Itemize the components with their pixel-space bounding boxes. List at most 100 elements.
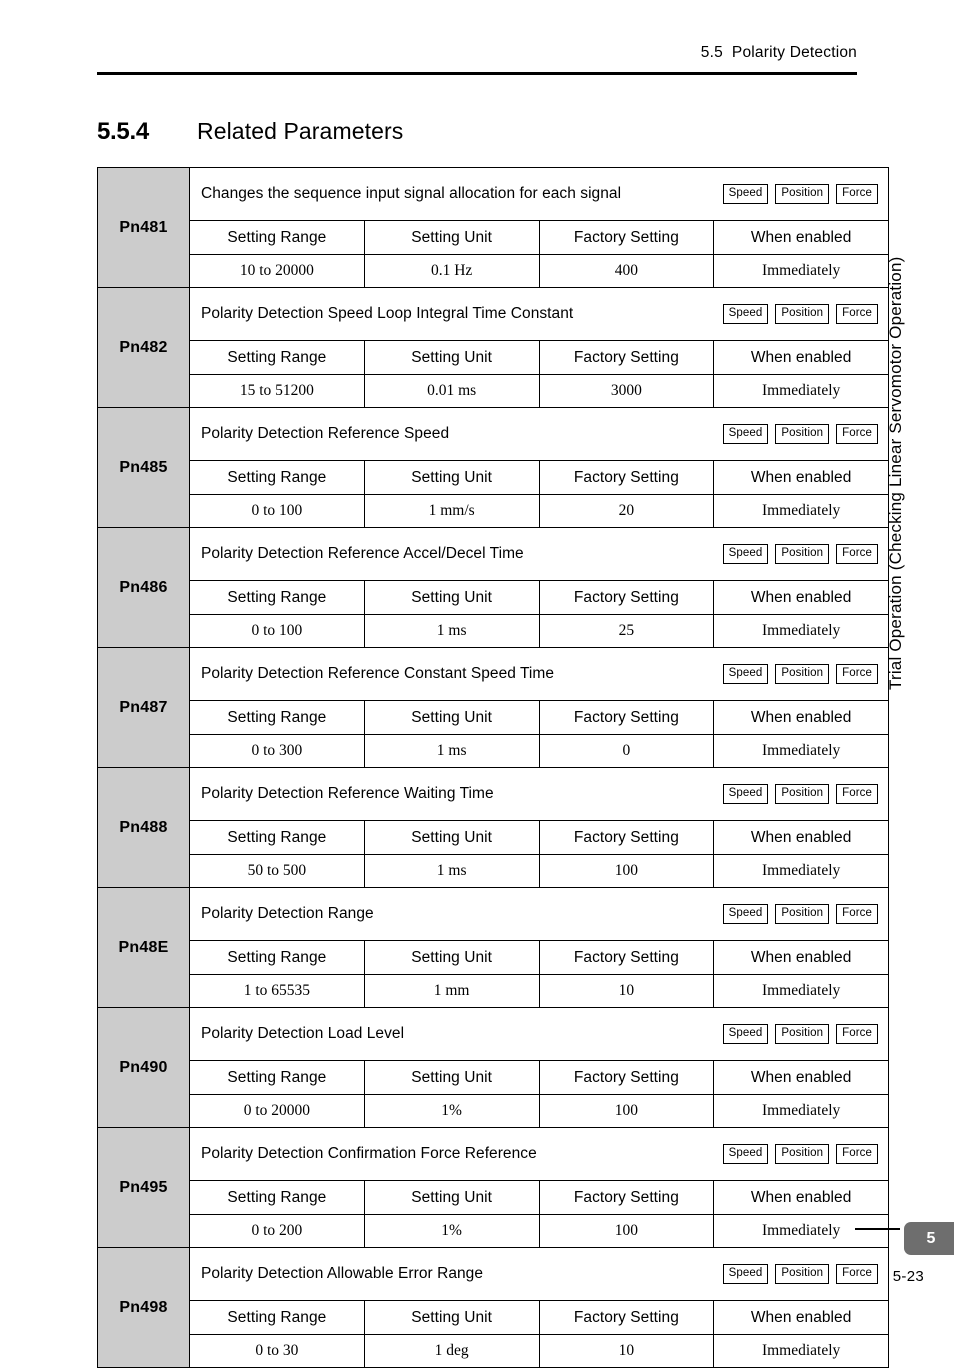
parameter-code: Pn485	[97, 407, 190, 528]
cell-factory-setting: 100	[538, 1094, 715, 1128]
column-header: Setting Unit	[363, 460, 540, 495]
mode-badge-position: Position	[775, 303, 830, 325]
related-parameters-table: Pn481 Changes the sequence input signal a…	[97, 167, 889, 1368]
column-header: When enabled	[713, 1060, 889, 1095]
cell-setting-unit: 1 mm/s	[363, 494, 540, 528]
running-header: 5.5 Polarity Detection	[97, 44, 857, 62]
column-header: Setting Range	[189, 580, 365, 615]
mode-badge-speed: Speed	[722, 543, 769, 565]
column-header: Setting Range	[189, 220, 365, 255]
column-header: Setting Unit	[363, 700, 540, 735]
table-row: Pn488 Polarity Detection Reference Waitin…	[97, 767, 889, 888]
parameter-code: Pn481	[97, 167, 190, 288]
footer-rule	[855, 1228, 900, 1230]
table-row: Pn487 Polarity Detection Reference Consta…	[97, 647, 889, 768]
column-header: Factory Setting	[538, 1300, 715, 1335]
column-header: When enabled	[713, 940, 889, 975]
column-header: Setting Range	[189, 820, 365, 855]
cell-setting-unit: 1 mm	[363, 974, 540, 1008]
page-title: 5.5.4 Related Parameters	[97, 118, 403, 146]
column-header: Setting Unit	[363, 220, 540, 255]
mode-badge-speed: Speed	[722, 903, 769, 925]
mode-badge-position: Position	[775, 1143, 830, 1165]
table-row: Setting Range Setting Unit Factory Setting…	[98, 940, 889, 975]
cell-setting-unit: 1%	[363, 1214, 540, 1248]
table-row: 1 to 65535 1 mm 10 Immediately	[98, 974, 889, 1008]
table-row: Setting Range Setting Unit Factory Setting…	[98, 580, 889, 615]
parameter-description-cell: Polarity Detection Confirmation Force Re…	[189, 1127, 889, 1181]
mode-badge-position: Position	[775, 1023, 830, 1045]
table-row: 0 to 200 1% 100 Immediately	[98, 1214, 889, 1248]
column-header: Setting Range	[189, 700, 365, 735]
table-row: 0 to 30 1 deg 10 Immediately	[98, 1334, 889, 1368]
table-row: Pn48E Polarity Detection Range Speed Positi…	[97, 887, 889, 1008]
cell-when-enabled: Immediately	[713, 494, 889, 528]
cell-setting-range: 0 to 30	[189, 1334, 365, 1368]
column-header: Factory Setting	[538, 1180, 715, 1215]
parameter-description: Polarity Detection Reference Speed	[201, 424, 450, 442]
cell-factory-setting: 3000	[538, 374, 715, 408]
mode-badge-force: Force	[836, 663, 878, 685]
mode-badge-position: Position	[775, 903, 830, 925]
parameter-description-cell: Polarity Detection Speed Loop Integral T…	[189, 287, 889, 341]
mode-badge-speed: Speed	[722, 1023, 769, 1045]
parameter-code: Pn490	[97, 1007, 190, 1128]
mode-badge-speed: Speed	[722, 783, 769, 805]
cell-factory-setting: 20	[538, 494, 715, 528]
chapter-side-title: Trial Operation (Checking Linear Servomo…	[886, 256, 905, 690]
table-row: 0 to 100 1 mm/s 20 Immediately	[98, 494, 889, 528]
header-rule	[97, 72, 857, 75]
mode-badge-position: Position	[775, 663, 830, 685]
table-row: Setting Range Setting Unit Factory Setting…	[98, 820, 889, 855]
parameter-code: Pn487	[97, 647, 190, 768]
column-header: Setting Range	[189, 1180, 365, 1215]
mode-badge-position: Position	[775, 423, 830, 445]
cell-setting-range: 15 to 51200	[189, 374, 365, 408]
cell-setting-range: 0 to 200	[189, 1214, 365, 1248]
cell-setting-unit: 1 deg	[363, 1334, 540, 1368]
page-number: 5-23	[892, 1268, 924, 1285]
table-row: 50 to 500 1 ms 100 Immediately	[98, 854, 889, 888]
mode-badge-speed: Speed	[722, 183, 769, 205]
table-row: Setting Range Setting Unit Factory Setting…	[98, 460, 889, 495]
table-row: Setting Range Setting Unit Factory Setting…	[98, 340, 889, 375]
mode-badge-speed: Speed	[722, 303, 769, 325]
table-row: Pn486 Polarity Detection Reference Accel/…	[97, 527, 889, 648]
table-row: 15 to 51200 0.01 ms 3000 Immediately	[98, 374, 889, 408]
column-header: Setting Unit	[363, 940, 540, 975]
parameter-description-cell: Polarity Detection Range Speed Position For…	[189, 887, 889, 941]
mode-badge-force: Force	[836, 903, 878, 925]
cell-setting-range: 1 to 65535	[189, 974, 365, 1008]
applicable-mode-badges: Speed Position Force	[722, 1023, 878, 1045]
parameter-code: Pn495	[97, 1127, 190, 1248]
table-row: Pn485 Polarity Detection Reference Speed S…	[97, 407, 889, 528]
column-header: Setting Range	[189, 460, 365, 495]
mode-badge-force: Force	[836, 183, 878, 205]
table-row: Pn482 Polarity Detection Speed Loop Integ…	[97, 287, 889, 408]
column-header: When enabled	[713, 340, 889, 375]
parameter-code: Pn486	[97, 527, 190, 648]
mode-badge-position: Position	[775, 183, 830, 205]
column-header: When enabled	[713, 1180, 889, 1215]
column-header: Factory Setting	[538, 820, 715, 855]
parameter-description-cell: Polarity Detection Reference Constant Sp…	[189, 647, 889, 701]
parameter-description-cell: Polarity Detection Reference Accel/Decel…	[189, 527, 889, 581]
parameter-code: Pn482	[97, 287, 190, 408]
parameter-description: Polarity Detection Reference Constant Sp…	[201, 664, 555, 682]
cell-factory-setting: 400	[538, 254, 715, 288]
cell-when-enabled: Immediately	[713, 974, 889, 1008]
column-header: Setting Unit	[363, 1180, 540, 1215]
applicable-mode-badges: Speed Position Force	[722, 543, 878, 565]
cell-factory-setting: 0	[538, 734, 715, 768]
running-header-text: 5.5 Polarity Detection	[700, 44, 857, 61]
mode-badge-position: Position	[775, 543, 830, 565]
cell-setting-range: 0 to 100	[189, 614, 365, 648]
parameter-description-cell: Polarity Detection Reference Waiting Tim…	[189, 767, 889, 821]
cell-setting-unit: 1%	[363, 1094, 540, 1128]
cell-when-enabled: Immediately	[713, 854, 889, 888]
table-row: Setting Range Setting Unit Factory Setting…	[98, 1300, 889, 1335]
table-row: Setting Range Setting Unit Factory Setting…	[98, 220, 889, 255]
mode-badge-speed: Speed	[722, 663, 769, 685]
column-header: When enabled	[713, 580, 889, 615]
mode-badge-force: Force	[836, 423, 878, 445]
